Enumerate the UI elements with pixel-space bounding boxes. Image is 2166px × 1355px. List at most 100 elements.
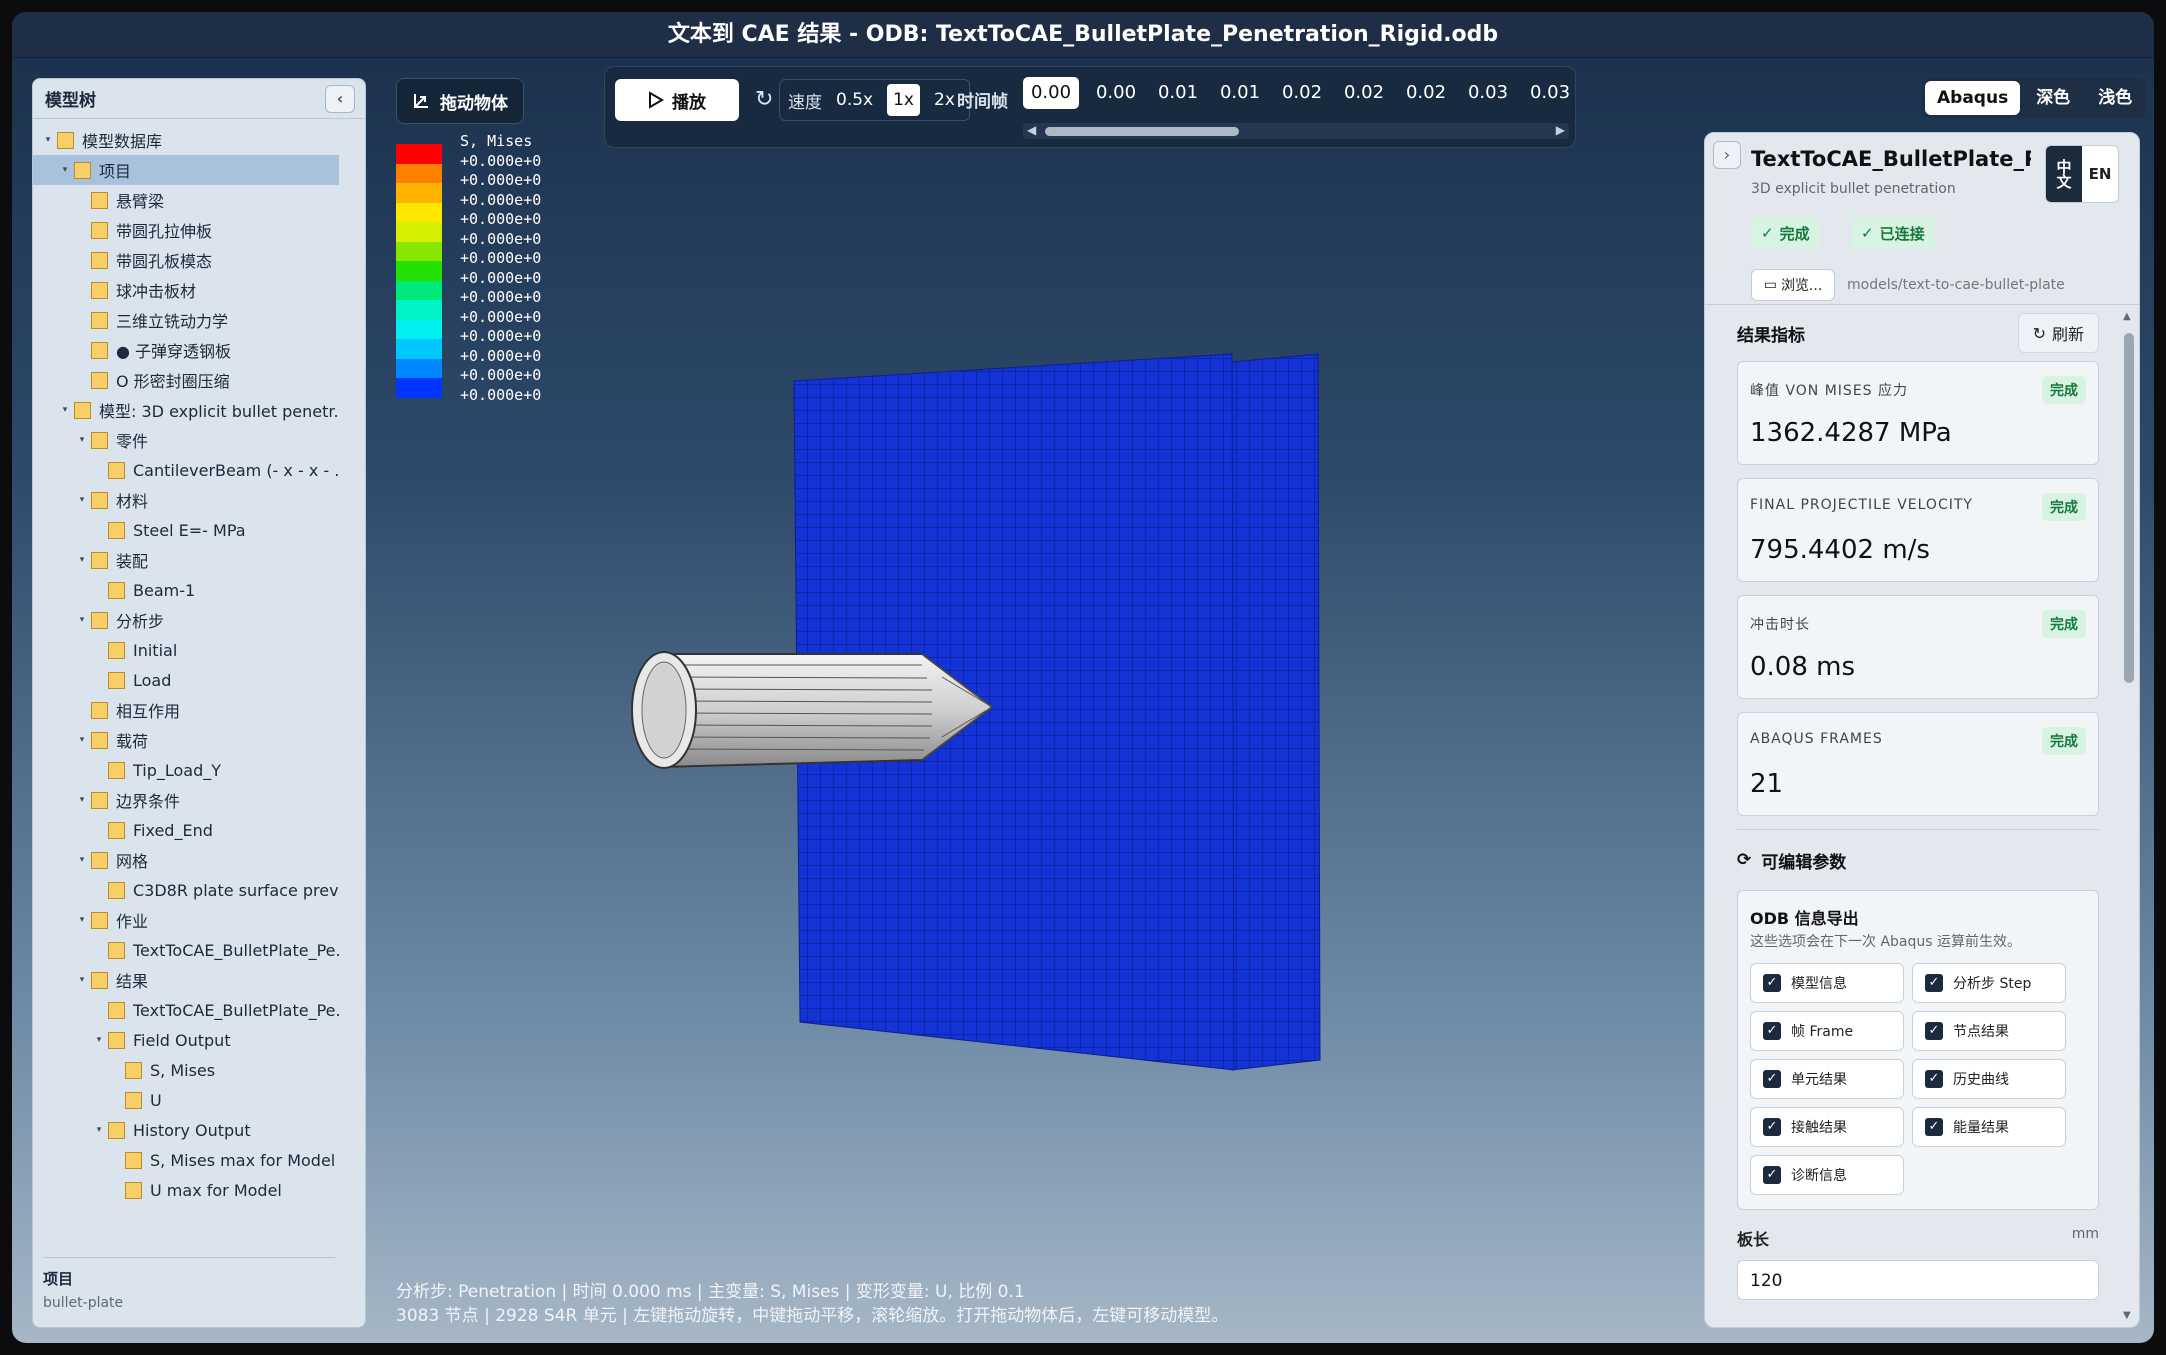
tree-item[interactable]: ▾ 装配	[33, 545, 339, 575]
chevron-right-icon[interactable]: ›	[1713, 141, 1741, 169]
expand-toggle-icon[interactable]: ▾	[56, 405, 74, 415]
tree-item[interactable]: ▾ 分析步	[33, 605, 339, 635]
tree-item[interactable]: CantileverBeam (- x - x - ...	[33, 455, 339, 485]
tree-item[interactable]: ▾ 载荷	[33, 725, 339, 755]
tree-item[interactable]: 球冲击板材	[33, 275, 339, 305]
tree-item[interactable]: ▾ 项目	[33, 155, 339, 185]
collapse-panel-button[interactable]: ‹	[325, 84, 355, 113]
expand-toggle-icon[interactable]: ▾	[73, 975, 91, 985]
expand-toggle-icon[interactable]: ▾	[73, 735, 91, 745]
expand-toggle-icon[interactable]: ▾	[73, 615, 91, 625]
odb-option-checkbox[interactable]: ✓ 能量结果	[1912, 1107, 2066, 1147]
tree-item[interactable]: S, Mises	[33, 1055, 339, 1085]
expand-toggle-icon[interactable]: ▾	[90, 1125, 108, 1135]
tree-item[interactable]: ▾ 材料	[33, 485, 339, 515]
reset-icon[interactable]: ↻	[755, 87, 773, 112]
drag-object-button[interactable]: 拖动物体	[396, 78, 524, 124]
results-scroll-area[interactable]: 结果指标 ↻ 刷新 峰值 VON MISES 应力 完成 1362.4287 MPa…	[1705, 305, 2139, 1327]
odb-option-checkbox[interactable]: ✓ 诊断信息	[1750, 1155, 1904, 1195]
tree-item[interactable]: 悬臂梁	[33, 185, 339, 215]
tree-item[interactable]: ▾ 结果	[33, 965, 339, 995]
tree-item[interactable]: ▾ 模型: 3D explicit bullet penetr...	[33, 395, 339, 425]
speed-option-2x[interactable]: 2x	[928, 84, 961, 116]
tree-item[interactable]: ▾ 模型数据库	[33, 125, 339, 155]
frame-chip[interactable]: 0.03	[1457, 77, 1519, 109]
frame-chip[interactable]: 0.01	[1147, 77, 1209, 109]
expand-toggle-icon[interactable]: ▾	[39, 135, 57, 145]
expand-toggle-icon[interactable]: ▾	[73, 915, 91, 925]
tree-item[interactable]: C3D8R plate surface prev...	[33, 875, 339, 905]
folder-icon	[108, 461, 125, 479]
odb-option-checkbox[interactable]: ✓ 帧 Frame	[1750, 1011, 1904, 1051]
play-button[interactable]: 播放	[615, 79, 739, 121]
results-scroll-thumb[interactable]	[2124, 333, 2134, 683]
tree-item[interactable]: ● 子弹穿透钢板	[33, 335, 339, 365]
frame-chip[interactable]: 0.00	[1085, 77, 1147, 109]
tree-item[interactable]: U max for Model	[33, 1175, 339, 1205]
tree-item[interactable]: 相互作用	[33, 695, 339, 725]
theme-light[interactable]: 浅色	[2086, 81, 2144, 115]
expand-toggle-icon[interactable]: ▾	[73, 555, 91, 565]
frame-chip[interactable]: 0.00	[1023, 77, 1079, 109]
frame-chip[interactable]: 0.03	[1519, 77, 1569, 109]
legend-labels: S, Mises +0.000e+0 +0.000e+0 +0.000e+0 +0.0…	[460, 132, 541, 405]
tree-item[interactable]: O 形密封圈压缩	[33, 365, 339, 395]
expand-toggle-icon[interactable]: ▾	[73, 435, 91, 445]
expand-toggle-icon[interactable]: ▾	[56, 165, 74, 175]
odb-option-checkbox[interactable]: ✓ 历史曲线	[1912, 1059, 2066, 1099]
tree-item[interactable]: ▾ 零件	[33, 425, 339, 455]
tree-item[interactable]: ▾ 边界条件	[33, 785, 339, 815]
tree-item[interactable]: Tip_Load_Y	[33, 755, 339, 785]
speed-option-1x[interactable]: 1x	[887, 84, 920, 116]
tree-item[interactable]: ▾ 作业	[33, 905, 339, 935]
scroll-left-icon[interactable]: ◀	[1027, 123, 1036, 137]
odb-option-checkbox[interactable]: ✓ 模型信息	[1750, 963, 1904, 1003]
frame-chip[interactable]: 0.01	[1209, 77, 1271, 109]
browse-button[interactable]: ▭ 浏览...	[1751, 269, 1835, 301]
lang-en[interactable]: EN	[2082, 146, 2118, 202]
tree-item[interactable]: TextToCAE_BulletPlate_Pe...	[33, 995, 339, 1025]
scroll-up-icon[interactable]: ▲	[2123, 311, 2131, 322]
expand-toggle-icon[interactable]: ▾	[73, 495, 91, 505]
expand-toggle-icon[interactable]: ▾	[90, 1035, 108, 1045]
checkbox-checked-icon: ✓	[1925, 1118, 1943, 1136]
model-viewport[interactable]	[612, 332, 1332, 1082]
tree-item-label: S, Mises max for Model	[150, 1150, 336, 1170]
frame-chip[interactable]: 0.02	[1395, 77, 1457, 109]
language-toggle: 中文 EN	[2045, 145, 2119, 203]
results-scrollbar[interactable]: ▲ ▼	[2123, 311, 2135, 1321]
tree-item[interactable]: Initial	[33, 635, 339, 665]
odb-option-checkbox[interactable]: ✓ 节点结果	[1912, 1011, 2066, 1051]
tree-item[interactable]: 三维立铣动力学	[33, 305, 339, 335]
tree-item[interactable]: ▾ History Output	[33, 1115, 339, 1145]
tree-item[interactable]: U	[33, 1085, 339, 1115]
expand-toggle-icon[interactable]: ▾	[73, 795, 91, 805]
tree-item[interactable]: Load	[33, 665, 339, 695]
odb-option-checkbox[interactable]: ✓ 单元结果	[1750, 1059, 1904, 1099]
frame-scroll-thumb[interactable]	[1045, 127, 1239, 136]
folder-icon	[108, 521, 125, 539]
tree-item[interactable]: ▾ Field Output	[33, 1025, 339, 1055]
scroll-down-icon[interactable]: ▼	[2123, 1310, 2131, 1321]
tree-item[interactable]: TextToCAE_BulletPlate_Pe...	[33, 935, 339, 965]
frame-chip[interactable]: 0.02	[1271, 77, 1333, 109]
expand-toggle-icon[interactable]: ▾	[73, 855, 91, 865]
tree-item[interactable]: Steel E=- MPa	[33, 515, 339, 545]
odb-option-checkbox[interactable]: ✓ 分析步 Step	[1912, 963, 2066, 1003]
tree-item[interactable]: Fixed_End	[33, 815, 339, 845]
tree-item[interactable]: Beam-1	[33, 575, 339, 605]
lang-zh[interactable]: 中文	[2046, 146, 2082, 202]
tree-item[interactable]: S, Mises max for Model	[33, 1145, 339, 1175]
odb-option-checkbox[interactable]: ✓ 接触结果	[1750, 1107, 1904, 1147]
frame-scrollbar[interactable]: ◀ ▶	[1023, 123, 1569, 139]
scroll-right-icon[interactable]: ▶	[1556, 123, 1565, 137]
frame-chip[interactable]: 0.02	[1333, 77, 1395, 109]
tree-item[interactable]: ▾ 网格	[33, 845, 339, 875]
tree-item[interactable]: 带圆孔拉伸板	[33, 215, 339, 245]
refresh-button[interactable]: ↻ 刷新	[2017, 313, 2099, 353]
theme-abaqus[interactable]: Abaqus	[1925, 81, 2021, 115]
plate-length-input[interactable]: 120	[1737, 1260, 2099, 1300]
theme-dark[interactable]: 深色	[2024, 81, 2082, 115]
tree-item[interactable]: 带圆孔板模态	[33, 245, 339, 275]
speed-option-0.5x[interactable]: 0.5x	[830, 84, 879, 116]
